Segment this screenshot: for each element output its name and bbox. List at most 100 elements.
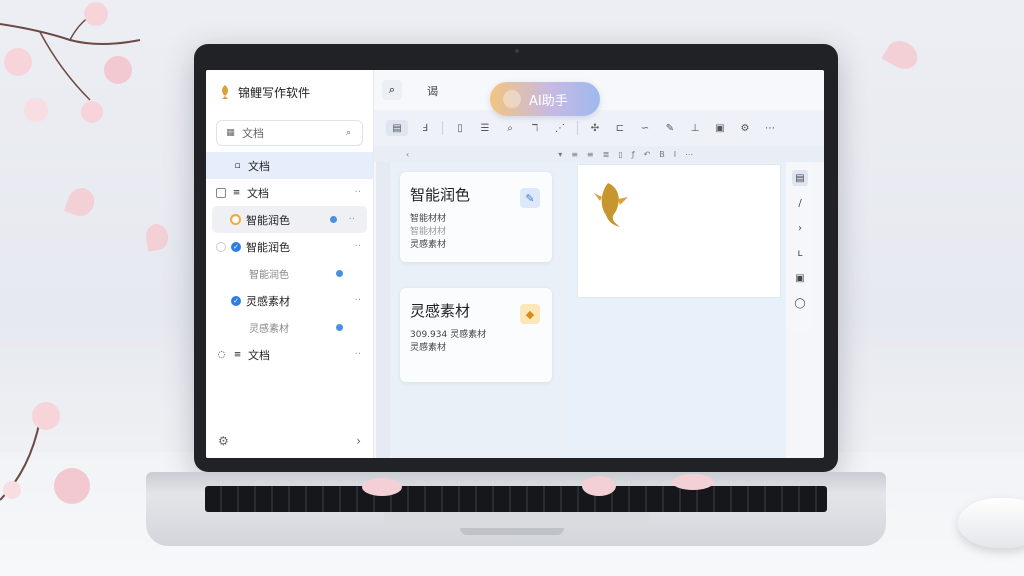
more-icon[interactable]: ⋯	[685, 150, 693, 159]
tab-label[interactable]: 谒	[427, 83, 438, 99]
image-icon[interactable]: ▣	[712, 120, 728, 136]
sidebar-item-smart-polish-2[interactable]: ✓ 智能润色 ··	[206, 233, 373, 260]
sidebar-subitem[interactable]: 智能润色	[206, 260, 373, 287]
clear-format-icon[interactable]: ⋰	[552, 120, 568, 136]
indent-icon[interactable]: ⊏	[612, 120, 628, 136]
sidebar-search[interactable]: ▦ 文档 ⌕	[216, 120, 363, 146]
list-icon[interactable]: ≡	[571, 150, 578, 159]
brush-icon: ✎	[520, 188, 540, 208]
ai-assistant-label: AI助手	[529, 93, 568, 109]
panel-rail	[376, 162, 390, 458]
sidebar-item-smart-polish[interactable]: ● 智能润色 ··	[212, 206, 367, 233]
keyboard	[205, 486, 827, 512]
pen-icon[interactable]: /	[792, 195, 808, 211]
sidebar-item-label: 文档	[248, 159, 270, 173]
comment-badge-icon	[336, 324, 343, 331]
list-icon: ≡	[233, 349, 242, 360]
sidebar-search-input[interactable]: 文档	[242, 125, 337, 141]
editor-toolbar: ▤ Ⅎ ▯ ☰ ⌕ ℸ ⋰ ✣ ⊏ ∽ ✎ ⊥ ▣ ⚙ ⋯	[374, 110, 824, 146]
undo-icon[interactable]: ↶	[644, 150, 651, 159]
italic-icon[interactable]: I	[674, 150, 676, 159]
link-icon[interactable]: ∽	[637, 120, 653, 136]
settings-icon[interactable]: ⚙	[737, 120, 753, 136]
collapse-chevron-icon[interactable]: ›	[356, 434, 361, 448]
align-left-icon[interactable]: ≡	[587, 150, 594, 159]
smart-polish-card[interactable]: 智能润色 智能材材 智能材材 灵感素材 ✎	[400, 172, 552, 262]
trackpad	[384, 512, 650, 526]
document-icon[interactable]: ▤	[792, 170, 808, 186]
right-toolbar: ▤ / › ʟ ▣ ◯	[788, 162, 812, 330]
sidebar-item-notes[interactable]: ◌ ≡ 文档 ··	[206, 341, 373, 368]
card-line: 智能材材	[410, 227, 447, 237]
chevron-down-icon[interactable]: ▾	[558, 150, 562, 159]
more-icon[interactable]: ⋯	[762, 120, 778, 136]
format-bar: ‹ ▾ ≡ ≡ ≣ ▯ ƒ ↶ B I ⋯	[374, 146, 824, 162]
koi-logo-icon	[222, 85, 228, 99]
petal	[582, 476, 616, 496]
app-header: 锦鲤写作软件	[206, 70, 373, 114]
more-icon[interactable]: ··	[349, 214, 355, 225]
more-icon[interactable]: ··	[355, 295, 361, 306]
koi-fish-illustration	[594, 183, 628, 227]
save-icon[interactable]: ▣	[792, 270, 808, 286]
check-icon: ✓	[231, 241, 241, 252]
sidebar-footer: ⚙ ›	[218, 434, 361, 448]
checkbox-icon	[216, 187, 226, 198]
sidebar-subitem[interactable]: 灵感素材	[206, 314, 373, 341]
toolbar-divider	[577, 121, 578, 135]
comment-badge-icon	[336, 270, 343, 277]
cherry-blossom-branch-bottom	[0, 402, 90, 504]
align-center-icon[interactable]: ≣	[603, 150, 610, 159]
chevron-right-icon[interactable]: ›	[792, 220, 808, 236]
ai-assistant-button[interactable]: AI助手	[490, 82, 600, 116]
card-line: 智能材材	[410, 214, 447, 224]
page-icon[interactable]: ▯	[618, 150, 622, 159]
pen-icon[interactable]: ✎	[662, 120, 678, 136]
page-icon[interactable]: ▯	[452, 120, 468, 136]
hook-icon[interactable]: ʟ	[792, 245, 808, 261]
bold-icon[interactable]: B	[659, 150, 665, 159]
calendar-icon: ▦	[226, 128, 235, 138]
radio-icon	[216, 241, 226, 252]
sidebar-subitem-label: 智能润色	[249, 270, 289, 281]
sidebar-item-label: 智能润色	[246, 213, 290, 227]
heading-icon[interactable]: Ⅎ	[417, 120, 433, 136]
sidebar-item-label: 文档	[248, 348, 270, 362]
laptop-notch	[460, 528, 564, 535]
paragraph-icon[interactable]: ▤	[386, 120, 408, 136]
more-icon[interactable]: ··	[355, 241, 361, 252]
list-icon: ≡	[232, 187, 241, 198]
chevron-left-icon[interactable]: ‹	[406, 150, 409, 159]
document-page[interactable]	[577, 164, 781, 298]
text-icon[interactable]: ℸ	[527, 120, 543, 136]
petal	[881, 35, 923, 75]
search-icon: ⌕	[345, 128, 352, 138]
more-icon[interactable]: ··	[355, 187, 361, 198]
sidebar-item-inspiration[interactable]: ✓ 灵感素材 ··	[206, 287, 373, 314]
petal	[63, 184, 99, 220]
underline-icon[interactable]: ⊥	[687, 120, 703, 136]
settings-icon[interactable]: ⚙	[218, 434, 229, 448]
document-icon: ▫	[234, 160, 241, 171]
camera-icon	[515, 49, 519, 53]
sidebar-item-documents[interactable]: ▫ 文档	[206, 152, 373, 179]
inspiration-card[interactable]: 灵感素材 309.934 灵感素材 灵感素材 ◆	[400, 288, 552, 382]
card-line: 309.934 灵感素材	[410, 330, 487, 340]
align-icon[interactable]: ☰	[477, 120, 493, 136]
comment-badge-icon	[330, 216, 337, 223]
card-line: 灵感素材	[410, 240, 447, 250]
sidebar-item-label: 智能润色	[246, 240, 290, 254]
koi-icon	[503, 90, 521, 108]
text-size-icon[interactable]: ƒ	[632, 150, 635, 159]
magic-icon[interactable]: ✣	[587, 120, 603, 136]
zoom-icon[interactable]: ⌕	[502, 120, 518, 136]
sidebar-subitem-label: 灵感素材	[249, 324, 289, 335]
feature-cards: 智能润色 智能材材 智能材材 灵感素材 ✎ 灵感素材 309.934 灵感素材 …	[390, 162, 566, 458]
comment-icon: ◌	[217, 349, 226, 360]
app-window: 锦鲤写作软件 ▦ 文档 ⌕ ▫ 文档 ≡ 文档 ·· ● 智能润色 ·· ✓ 智…	[206, 70, 824, 458]
search-button[interactable]: ⌕	[382, 80, 402, 100]
sidebar-item-folder[interactable]: ≡ 文档 ··	[206, 179, 373, 206]
more-icon[interactable]: ··	[355, 349, 361, 360]
toolbar-divider	[442, 121, 443, 135]
comment-icon[interactable]: ◯	[792, 295, 808, 311]
